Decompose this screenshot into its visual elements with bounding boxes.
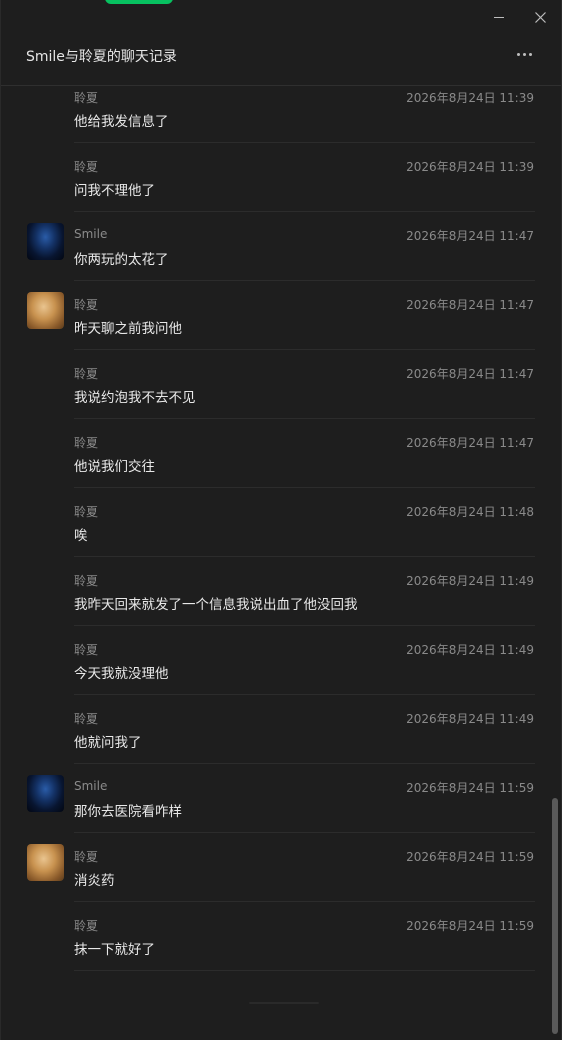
message-sender: 聆夏 [74, 712, 99, 726]
message-text: 抹一下就好了 [74, 942, 155, 958]
message-item: 聆夏 2026年8月24日 11:39 问我不理他了 [1, 143, 549, 212]
avatar-lingxia[interactable] [27, 844, 64, 881]
message-item: 聆夏 2026年8月24日 11:47 昨天聊之前我问他 [1, 281, 549, 350]
message-text: 消炎药 [74, 873, 115, 889]
bottom-divider [249, 1002, 319, 1004]
message-sender: 聆夏 [74, 160, 99, 174]
message-time: 2026年8月24日 11:47 [406, 367, 534, 381]
message-text: 我昨天回来就发了一个信息我说出血了他没回我 [74, 597, 358, 613]
message-sender: 聆夏 [74, 91, 99, 105]
message-time: 2026年8月24日 11:47 [406, 229, 534, 243]
message-sender: 聆夏 [74, 436, 99, 450]
message-sender: 聆夏 [74, 850, 99, 864]
message-item: 聆夏 2026年8月24日 11:49 今天我就没理他 [1, 626, 549, 695]
scrollbar-thumb[interactable] [552, 798, 558, 1034]
message-text: 问我不理他了 [74, 183, 155, 199]
chat-history-window: Smile与聆夏的聊天记录 聆夏 2026年8月24日 11:39 他给我发信息… [0, 0, 562, 1040]
message-text: 昨天聊之前我问他 [74, 321, 182, 337]
message-sender: Smile [74, 779, 108, 793]
message-text: 我说约泡我不去不见 [74, 390, 196, 406]
minimize-icon [494, 16, 504, 18]
message-time: 2026年8月24日 11:49 [406, 712, 534, 726]
message-item: 聆夏 2026年8月24日 11:49 我昨天回来就发了一个信息我说出血了他没回… [1, 557, 549, 626]
message-item: 聆夏 2026年8月24日 11:47 我说约泡我不去不见 [1, 350, 549, 419]
message-item: 聆夏 2026年8月24日 11:48 唉 [1, 488, 549, 557]
message-sender: 聆夏 [74, 298, 99, 312]
message-item: 聆夏 2026年8月24日 11:47 他说我们交往 [1, 419, 549, 488]
message-text: 今天我就没理他 [74, 666, 169, 682]
message-text: 他给我发信息了 [74, 114, 169, 130]
more-button[interactable] [511, 42, 537, 66]
page-title: Smile与聆夏的聊天记录 [26, 49, 177, 65]
message-item: 聆夏 2026年8月24日 11:59 抹一下就好了 [1, 902, 549, 971]
minimize-button[interactable] [487, 6, 511, 28]
avatar-smile[interactable] [27, 775, 64, 812]
message-text: 唉 [74, 528, 88, 544]
scrollbar[interactable] [550, 90, 559, 1036]
message-item: 聆夏 2026年8月24日 11:39 他给我发信息了 [1, 74, 549, 143]
message-time: 2026年8月24日 11:47 [406, 298, 534, 312]
message-text: 你两玩的太花了 [74, 252, 169, 268]
avatar-smile[interactable] [27, 223, 64, 260]
message-sender: Smile [74, 227, 108, 241]
message-sender: 聆夏 [74, 643, 99, 657]
message-time: 2026年8月24日 11:59 [406, 781, 534, 795]
message-time: 2026年8月24日 11:48 [406, 505, 534, 519]
message-text: 那你去医院看咋样 [74, 804, 182, 820]
message-sender: 聆夏 [74, 574, 99, 588]
avatar-lingxia[interactable] [27, 292, 64, 329]
message-time: 2026年8月24日 11:49 [406, 574, 534, 588]
message-time: 2026年8月24日 11:47 [406, 436, 534, 450]
message-time: 2026年8月24日 11:39 [406, 91, 534, 105]
message-list[interactable]: 聆夏 2026年8月24日 11:39 他给我发信息了 聆夏 2026年8月24… [1, 74, 549, 971]
message-sender: 聆夏 [74, 919, 99, 933]
message-sender: 聆夏 [74, 505, 99, 519]
more-icon [516, 52, 532, 56]
accent-tab [105, 0, 173, 4]
message-item: 聆夏 2026年8月24日 11:49 他就问我了 [1, 695, 549, 764]
message-item: 聆夏 2026年8月24日 11:59 消炎药 [1, 833, 549, 902]
message-time: 2026年8月24日 11:59 [406, 850, 534, 864]
message-sender: 聆夏 [74, 367, 99, 381]
message-time: 2026年8月24日 11:49 [406, 643, 534, 657]
message-time: 2026年8月24日 11:59 [406, 919, 534, 933]
close-icon [534, 11, 546, 23]
message-item: Smile 2026年8月24日 11:59 那你去医院看咋样 [1, 764, 549, 833]
message-time: 2026年8月24日 11:39 [406, 160, 534, 174]
message-text: 他就问我了 [74, 735, 142, 751]
message-item: Smile 2026年8月24日 11:47 你两玩的太花了 [1, 212, 549, 281]
close-button[interactable] [528, 6, 552, 28]
message-text: 他说我们交往 [74, 459, 155, 475]
